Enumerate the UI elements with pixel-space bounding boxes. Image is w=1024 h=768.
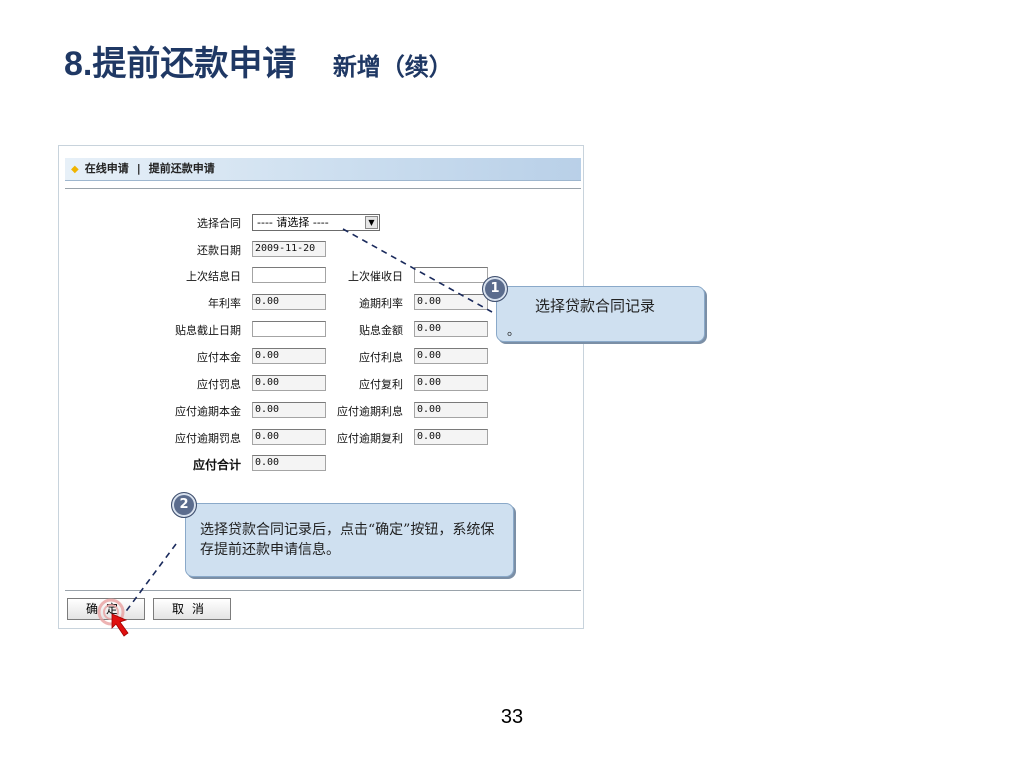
page-number: 33: [500, 706, 524, 728]
callout-1-tail: 。: [507, 324, 521, 339]
callout-1-text: 选择贷款合同记录: [535, 297, 656, 315]
step-badge-2: 2: [171, 492, 197, 518]
callout-2-text: 选择贷款合同记录后，点击“确定”按钮，系统保存提前还款申请信息。: [200, 522, 495, 558]
connector-line-2: [123, 543, 177, 615]
callout-1: 选择贷款合同记录 。: [496, 286, 705, 342]
cursor-arrow-icon: [111, 613, 129, 637]
callout-2: 选择贷款合同记录后，点击“确定”按钮，系统保存提前还款申请信息。: [185, 503, 514, 577]
connector-line-1: [342, 228, 493, 313]
connector-lines: [97, 228, 493, 637]
step-badge-1: 1: [482, 276, 508, 302]
